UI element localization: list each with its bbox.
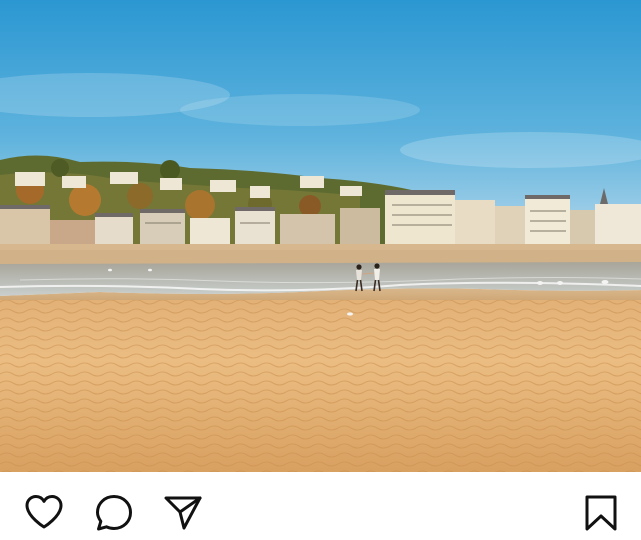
post-action-bar xyxy=(0,472,641,540)
heart-icon xyxy=(25,495,63,529)
like-button[interactable] xyxy=(23,492,65,534)
bookmark-icon xyxy=(585,495,617,531)
beach-scene xyxy=(0,0,641,472)
share-button[interactable] xyxy=(162,492,204,534)
save-button[interactable] xyxy=(580,492,622,534)
post-photo[interactable] xyxy=(0,0,641,472)
comment-bubble-icon xyxy=(96,495,132,531)
paper-plane-icon xyxy=(164,496,202,530)
comment-button[interactable] xyxy=(93,492,135,534)
